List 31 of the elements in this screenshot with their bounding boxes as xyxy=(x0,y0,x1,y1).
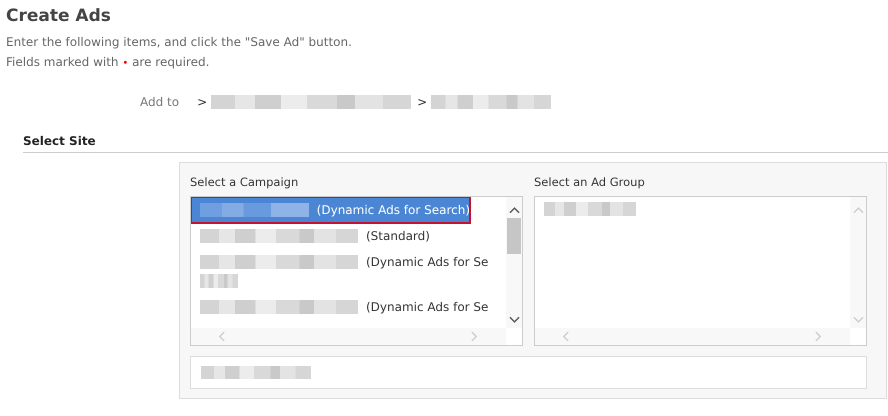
horizontal-scrollbar[interactable] xyxy=(191,328,506,345)
selection-field[interactable] xyxy=(190,356,867,389)
campaign-type-text: (Dynamic Ads for Search) xyxy=(316,202,470,219)
instructions-text: Enter the following items, and click the "Save Ad" button. xyxy=(6,34,353,51)
campaign-item[interactable]: (Dynamic Ads for Se xyxy=(191,294,506,320)
scroll-down-icon[interactable] xyxy=(508,316,520,324)
vertical-scrollbar[interactable] xyxy=(506,197,522,328)
scroll-up-icon[interactable] xyxy=(508,206,520,214)
scroll-left-icon[interactable] xyxy=(562,331,569,342)
ad-group-heading: Select an Ad Group xyxy=(534,175,646,191)
breadcrumb-separator: > xyxy=(197,95,208,109)
campaign-type-text: (Dynamic Ads for Se xyxy=(366,254,488,271)
scroll-thumb[interactable] xyxy=(507,218,521,254)
campaign-listbox[interactable]: (Dynamic Ads for Search) (Standard) (Dynamic Ads for Se (Dynamic Ads for Se xyxy=(190,196,523,346)
campaign-heading: Select a Campaign xyxy=(190,175,300,191)
breadcrumb-separator: > xyxy=(417,95,428,109)
scroll-left-icon[interactable] xyxy=(218,331,225,342)
campaign-type-text: (Standard) xyxy=(366,228,430,245)
campaign-item[interactable]: (Dynamic Ads for Search) xyxy=(191,197,470,223)
scroll-right-icon[interactable] xyxy=(471,331,478,342)
campaign-item[interactable]: (Dynamic Ads for Se xyxy=(191,249,506,294)
page-title: Create Ads xyxy=(6,6,112,26)
campaign-item[interactable]: (Standard) xyxy=(191,223,506,249)
campaign-type-text: (Dynamic Ads for Se xyxy=(366,299,488,316)
scroll-right-icon[interactable] xyxy=(815,331,822,342)
section-title: Select Site xyxy=(23,134,96,148)
add-to-label: Add to xyxy=(140,95,180,109)
horizontal-scrollbar[interactable] xyxy=(535,328,850,345)
ad-group-listbox[interactable] xyxy=(534,196,867,346)
required-note: Fields marked with • are required. xyxy=(6,54,210,71)
redacted-text xyxy=(200,274,238,288)
